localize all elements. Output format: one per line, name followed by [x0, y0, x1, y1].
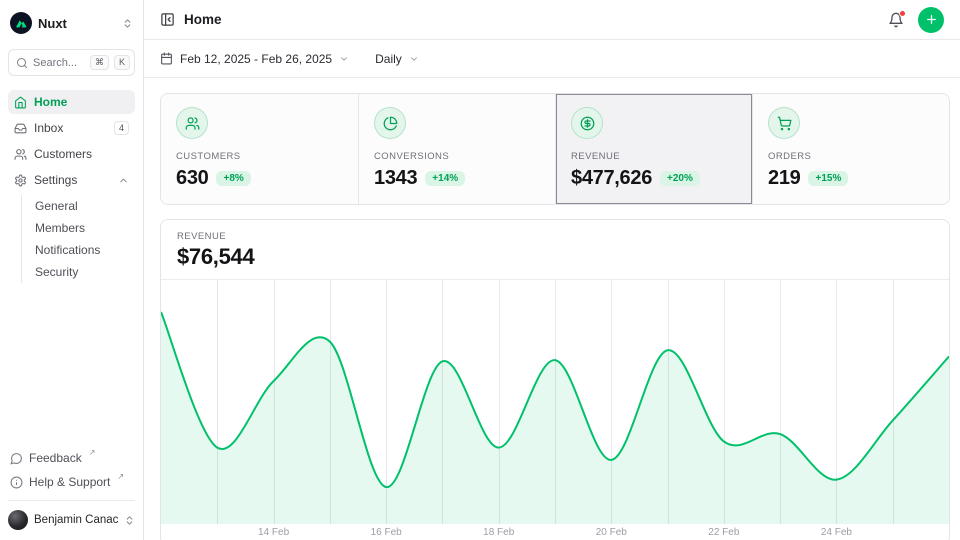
chart-x-axis: 14 Feb 16 Feb 18 Feb 20 Feb 22 Feb 24 Feb: [161, 524, 949, 540]
chevron-down-icon: [409, 54, 419, 64]
sidebar-item-notifications[interactable]: Notifications: [35, 239, 135, 261]
revenue-chart-card: REVENUE $76,544 14 Feb 16 Feb 18 Feb 20 Feb…: [160, 219, 950, 540]
users-icon: [14, 148, 27, 161]
sidebar-nav: Home Inbox 4 Customers Settings: [8, 90, 135, 284]
stats-row: CUSTOMERS 630 +8% CONVERSIONS 1343 +14%: [160, 93, 950, 205]
inbox-icon: [14, 122, 27, 135]
help-support-link[interactable]: Help & Support ↗: [8, 472, 135, 492]
search-icon: [16, 57, 28, 69]
add-button[interactable]: [918, 7, 944, 33]
nuxt-logo-icon: [10, 12, 32, 34]
page-title: Home: [184, 12, 222, 27]
x-tick-label: 22 Feb: [708, 527, 739, 538]
revenue-area-chart[interactable]: [161, 280, 949, 524]
sidebar: Nuxt Search... ⌘ K Home: [0, 0, 144, 540]
app-window: Nuxt Search... ⌘ K Home: [0, 0, 960, 540]
message-icon: [10, 452, 23, 465]
cart-icon: [768, 107, 800, 139]
chevron-down-icon: [339, 54, 349, 64]
sidebar-item-label: Inbox: [34, 121, 107, 135]
stat-value: 1343: [374, 167, 417, 190]
feedback-label: Feedback: [29, 451, 82, 465]
x-tick-label: 18 Feb: [483, 527, 514, 538]
calendar-icon: [160, 52, 173, 65]
stat-label: CUSTOMERS: [176, 151, 343, 162]
stat-delta-badge: +20%: [660, 171, 700, 186]
kbd-k: K: [114, 55, 130, 70]
chevrons-up-down-icon: [122, 18, 133, 29]
stat-value: 630: [176, 167, 208, 190]
search-input[interactable]: Search... ⌘ K: [8, 49, 135, 76]
sidebar-item-security[interactable]: Security: [35, 261, 135, 283]
notifications-button[interactable]: [888, 12, 904, 28]
stat-card-customers[interactable]: CUSTOMERS 630 +8%: [161, 94, 358, 204]
topbar-actions: [888, 7, 944, 33]
gear-icon: [14, 174, 27, 187]
settings-subnav: General Members Notifications Security: [21, 195, 135, 283]
help-support-label: Help & Support: [29, 475, 110, 489]
users-icon: [176, 107, 208, 139]
search-placeholder: Search...: [33, 57, 85, 69]
dollar-icon: [571, 107, 603, 139]
sidebar-item-label: Customers: [34, 147, 129, 161]
stat-value: $477,626: [571, 167, 652, 190]
notification-dot: [899, 10, 906, 17]
granularity-select[interactable]: Daily: [375, 52, 419, 66]
sidebar-item-home[interactable]: Home: [8, 90, 135, 114]
user-name: Benjamin Canac: [34, 514, 118, 526]
stat-card-orders[interactable]: ORDERS 219 +15%: [752, 94, 949, 204]
sidebar-item-label: Settings: [34, 173, 111, 187]
chart-header: REVENUE $76,544: [161, 220, 949, 280]
date-range-value: Feb 12, 2025 - Feb 26, 2025: [180, 52, 332, 66]
pie-chart-icon: [374, 107, 406, 139]
granularity-value: Daily: [375, 52, 402, 66]
chart-svg: [161, 280, 949, 524]
sidebar-item-general[interactable]: General: [35, 195, 135, 217]
sidebar-footer: Feedback ↗ Help & Support ↗: [8, 448, 135, 500]
collapse-sidebar-icon[interactable]: [160, 12, 175, 27]
chevron-up-icon: [118, 175, 129, 186]
kbd-meta: ⌘: [90, 55, 109, 70]
workspace-name: Nuxt: [38, 16, 116, 31]
external-link-icon: ↗: [117, 472, 124, 481]
sidebar-item-label: Home: [34, 95, 129, 109]
sidebar-item-settings[interactable]: Settings: [8, 168, 135, 192]
feedback-link[interactable]: Feedback ↗: [8, 448, 135, 468]
plus-icon: [925, 13, 938, 26]
chart-title: REVENUE: [177, 231, 933, 242]
stat-card-revenue[interactable]: REVENUE $477,626 +20%: [555, 94, 752, 204]
info-icon: [10, 476, 23, 489]
page-content: CUSTOMERS 630 +8% CONVERSIONS 1343 +14%: [144, 78, 960, 540]
inbox-count-badge: 4: [114, 121, 129, 135]
filter-toolbar: Feb 12, 2025 - Feb 26, 2025 Daily: [144, 40, 960, 78]
chart-area-fill: [161, 312, 949, 524]
x-tick-label: 24 Feb: [821, 527, 852, 538]
x-tick-label: 14 Feb: [258, 527, 289, 538]
stat-label: CONVERSIONS: [374, 151, 540, 162]
avatar: [8, 510, 28, 530]
sidebar-item-customers[interactable]: Customers: [8, 142, 135, 166]
x-tick-label: 20 Feb: [596, 527, 627, 538]
main-area: Home Feb 12, 2025 - Feb 26, 2025: [144, 0, 960, 540]
user-menu[interactable]: Benjamin Canac: [8, 500, 135, 530]
home-icon: [14, 96, 27, 109]
stat-delta-badge: +14%: [425, 171, 465, 186]
stat-delta-badge: +8%: [216, 171, 250, 186]
chevrons-up-down-icon: [124, 515, 135, 526]
stat-value: 219: [768, 167, 800, 190]
top-header: Home: [144, 0, 960, 40]
workspace-switcher[interactable]: Nuxt: [8, 10, 135, 36]
x-tick-label: 16 Feb: [371, 527, 402, 538]
external-link-icon: ↗: [89, 448, 96, 457]
stat-label: ORDERS: [768, 151, 934, 162]
date-range-picker[interactable]: Feb 12, 2025 - Feb 26, 2025: [160, 52, 349, 66]
sidebar-item-members[interactable]: Members: [35, 217, 135, 239]
stat-label: REVENUE: [571, 151, 737, 162]
sidebar-spacer: [8, 284, 135, 448]
stat-delta-badge: +15%: [808, 171, 848, 186]
stat-card-conversions[interactable]: CONVERSIONS 1343 +14%: [358, 94, 555, 204]
chart-total-value: $76,544: [177, 244, 933, 270]
sidebar-item-inbox[interactable]: Inbox 4: [8, 116, 135, 140]
